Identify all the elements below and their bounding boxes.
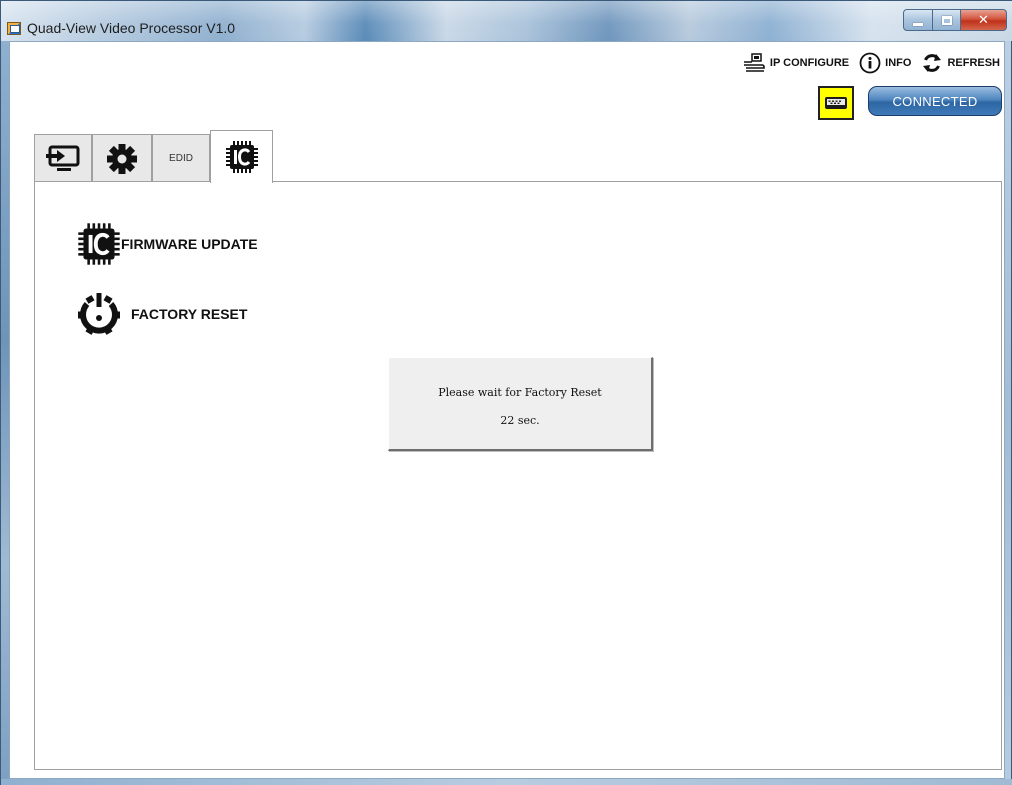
- close-icon: ✕: [978, 12, 989, 28]
- ip-configure-label: IP CONFIGURE: [769, 57, 850, 69]
- minimize-button[interactable]: [903, 9, 933, 31]
- close-button[interactable]: ✕: [961, 9, 1007, 31]
- info-icon: [859, 52, 881, 74]
- refresh-label: REFRESH: [947, 57, 1000, 69]
- network-cable-icon: [743, 53, 765, 72]
- tab-edid-label: EDID: [169, 153, 193, 164]
- ic-chip-icon: [78, 223, 120, 265]
- info-button[interactable]: INFO: [859, 52, 911, 74]
- serial-port-button[interactable]: [818, 86, 854, 120]
- gear-icon: [107, 143, 137, 174]
- top-toolbar: IP CONFIGURE INFO REFRESH: [742, 52, 1000, 74]
- factory-reset-item[interactable]: FACTORY RESET: [73, 290, 247, 338]
- tab-firmware[interactable]: [210, 130, 273, 183]
- connection-status-button[interactable]: CONNECTED: [868, 86, 1002, 116]
- client-area: IP CONFIGURE INFO REFRESH CONNECTED EDID…: [9, 41, 1005, 779]
- firmware-update-label: FIRMWARE UPDATE: [121, 236, 258, 252]
- tab-edid[interactable]: EDID: [152, 134, 210, 182]
- factory-reset-progress-dialog: Please wait for Factory Reset 22 sec.: [388, 357, 653, 451]
- window-title: Quad-View Video Processor V1.0: [27, 20, 236, 36]
- firmware-panel: FIRMWARE UPDATE FACTORY RESET Please wai…: [34, 181, 1002, 770]
- refresh-button[interactable]: REFRESH: [921, 52, 1000, 74]
- maximize-button[interactable]: [933, 9, 961, 31]
- window-border-bottom: [1, 779, 1012, 785]
- window-controls: ✕: [903, 9, 1007, 31]
- tab-input[interactable]: [34, 134, 92, 182]
- serial-port-icon: [825, 97, 847, 109]
- maximize-icon: [941, 15, 952, 25]
- firmware-update-item[interactable]: FIRMWARE UPDATE: [77, 222, 258, 266]
- ic-chip-icon: [225, 141, 258, 173]
- refresh-icon: [923, 54, 942, 72]
- factory-reset-label: FACTORY RESET: [131, 306, 248, 322]
- dialog-message: Please wait for Factory Reset: [438, 386, 602, 399]
- window-border-left: [1, 41, 9, 785]
- app-window: Quad-View Video Processor V1.0 ✕ IP CONF…: [0, 0, 1012, 785]
- ip-configure-button[interactable]: IP CONFIGURE: [742, 53, 849, 73]
- app-icon: [7, 22, 21, 35]
- input-source-icon: [46, 145, 80, 171]
- dialog-countdown: 22 sec.: [500, 414, 540, 427]
- title-bar[interactable]: Quad-View Video Processor V1.0 ✕: [1, 1, 1012, 41]
- tab-settings[interactable]: [92, 134, 152, 182]
- power-gear-icon: [78, 293, 120, 335]
- minimize-icon: [913, 22, 923, 26]
- info-label: INFO: [885, 57, 912, 69]
